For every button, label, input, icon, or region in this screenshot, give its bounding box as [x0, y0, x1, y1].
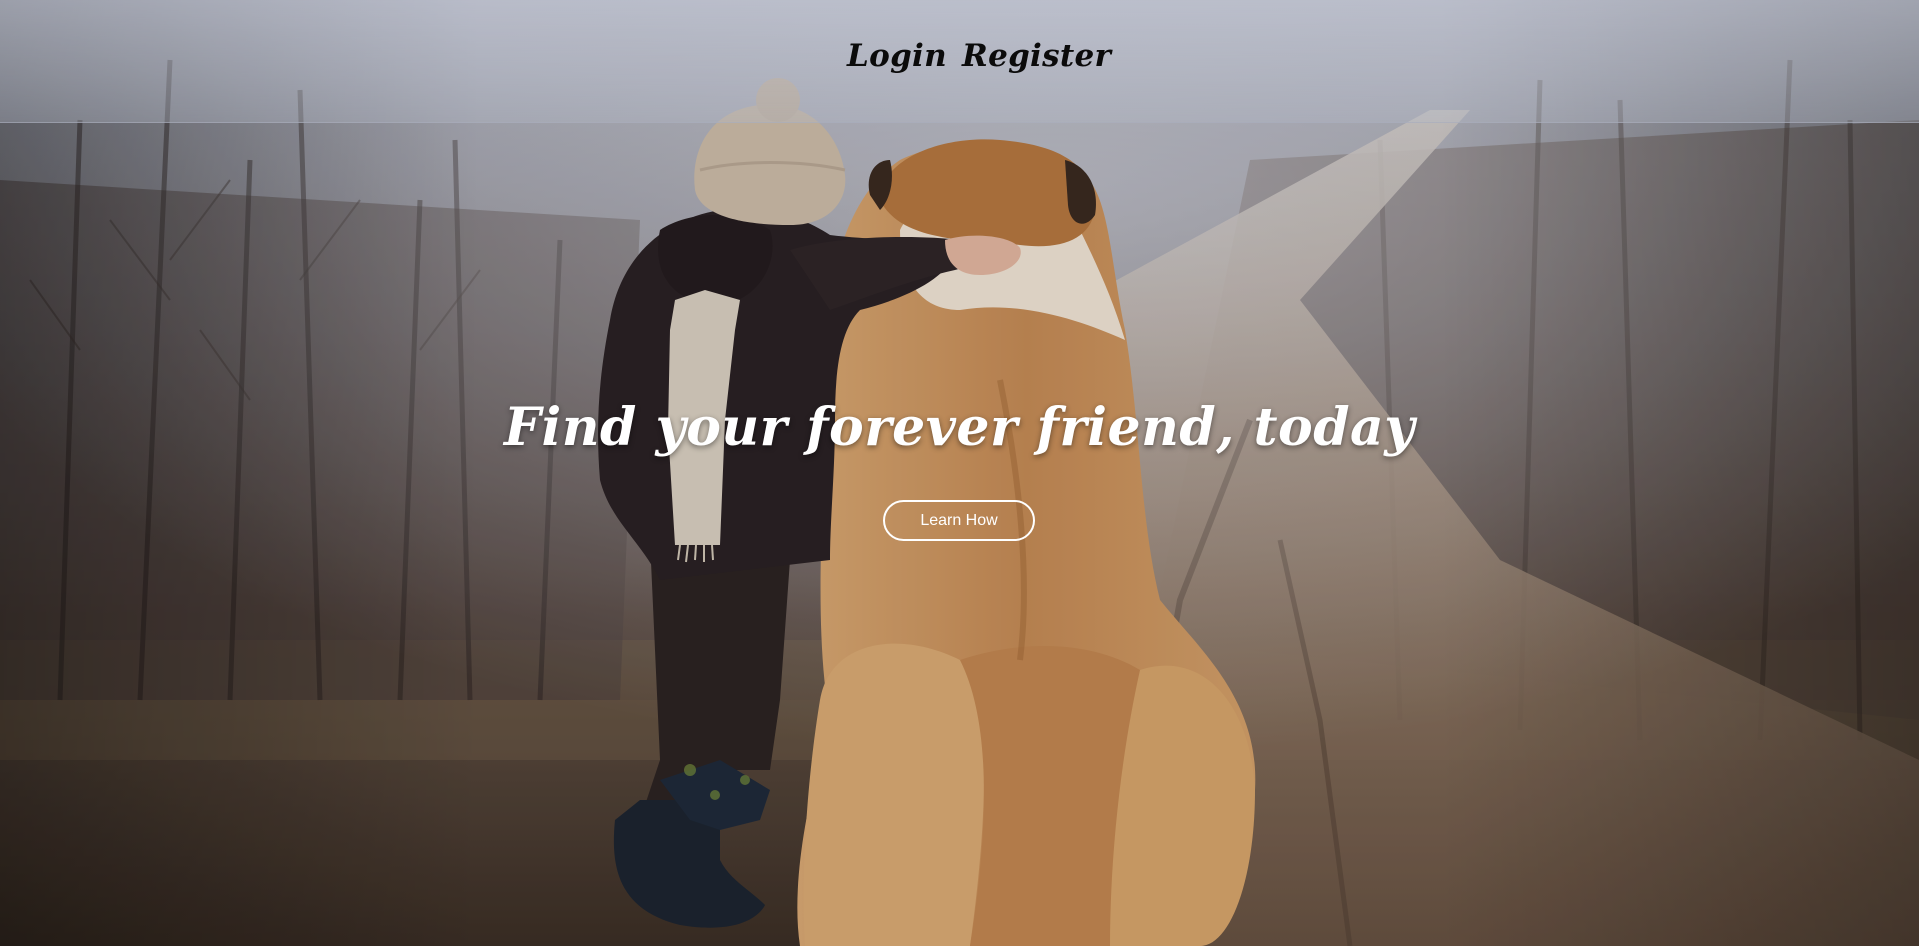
hero-background-photo [0, 0, 1919, 946]
learn-how-button[interactable]: Learn How [883, 500, 1035, 541]
register-link[interactable]: Register [962, 38, 1111, 74]
top-nav-bar: Login Register [0, 0, 1919, 123]
hero-headline: Find your forever friend, today [504, 397, 1415, 458]
login-link[interactable]: Login [847, 38, 947, 74]
hero-section: Login Register Find your forever friend,… [0, 0, 1919, 946]
